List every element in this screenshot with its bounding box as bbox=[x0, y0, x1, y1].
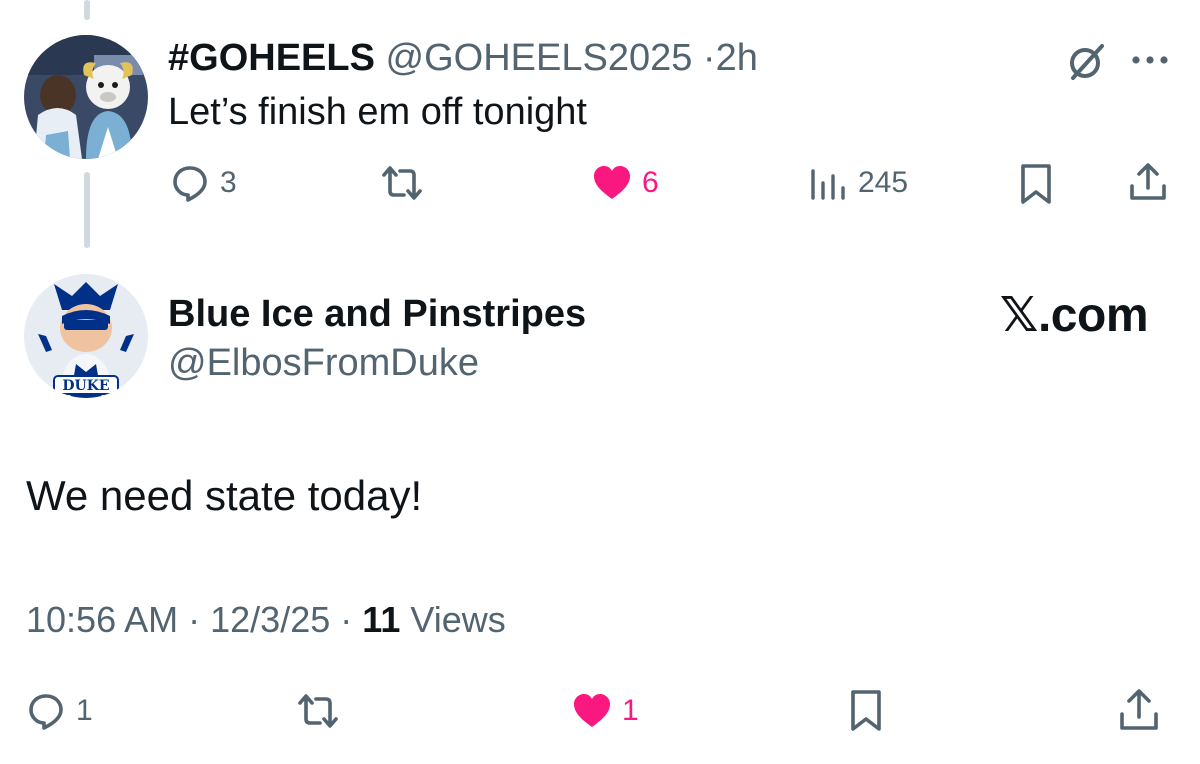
x-brand-logo: 𝕏.com bbox=[999, 289, 1149, 342]
reply-retweet-button[interactable] bbox=[380, 163, 434, 203]
main-display-name[interactable]: Blue Ice and Pinstripes bbox=[168, 291, 586, 337]
main-tweet-date[interactable]: 12/3/25 bbox=[210, 599, 330, 640]
reply-like-button[interactable]: 6 bbox=[592, 165, 659, 201]
heart-filled-icon bbox=[574, 694, 610, 727]
meta-separator: · bbox=[188, 599, 201, 640]
comment-icon bbox=[173, 166, 207, 202]
heart-filled-icon bbox=[594, 166, 630, 199]
main-tweet-meta: 10:56 AM · 12/3/25 · 11 Views bbox=[26, 598, 506, 642]
share-icon bbox=[1120, 689, 1158, 730]
main-reply-button[interactable]: 1 bbox=[26, 691, 93, 731]
reply-like-count: 6 bbox=[642, 166, 659, 199]
main-views-label: Views bbox=[410, 599, 506, 640]
reply-header: #GOHEELS @GOHEELS2025 ·2h bbox=[168, 34, 758, 82]
main-reply-count: 1 bbox=[76, 694, 93, 727]
retweet-icon bbox=[382, 166, 422, 200]
main-tweet-text: We need state today! bbox=[26, 472, 423, 519]
main-like-count: 1 bbox=[622, 694, 639, 727]
meta-separator: · bbox=[340, 599, 353, 640]
main-views-count: 11 bbox=[362, 599, 401, 640]
reply-tweet-text: Let’s finish em off tonight bbox=[168, 91, 587, 133]
main-bookmark-button[interactable] bbox=[848, 689, 884, 733]
thread-line-connector bbox=[84, 172, 90, 248]
main-share-button[interactable] bbox=[1118, 687, 1160, 733]
bookmark-icon bbox=[851, 690, 881, 731]
goheels-avatar[interactable] bbox=[24, 35, 148, 159]
share-icon bbox=[1130, 163, 1166, 200]
reply-views-button[interactable]: 245 bbox=[808, 163, 908, 203]
reply-display-name[interactable]: #GOHEELS bbox=[168, 37, 375, 79]
views-chart-icon bbox=[811, 169, 845, 200]
retweet-icon bbox=[298, 694, 338, 728]
comment-icon bbox=[29, 694, 63, 730]
duke-avatar-text: DUKE bbox=[62, 378, 109, 394]
more-options-icon[interactable] bbox=[1128, 52, 1172, 68]
grok-icon[interactable] bbox=[1064, 40, 1108, 84]
reply-views-count: 245 bbox=[858, 166, 909, 199]
reply-reply-count: 3 bbox=[220, 166, 237, 199]
reply-share-button[interactable] bbox=[1128, 161, 1168, 203]
reply-bookmark-button[interactable] bbox=[1018, 163, 1054, 205]
main-tweet-time[interactable]: 10:56 AM bbox=[26, 599, 178, 640]
main-handle[interactable]: @ElbosFromDuke bbox=[168, 340, 479, 386]
main-retweet-button[interactable] bbox=[296, 691, 350, 731]
reply-handle[interactable]: @GOHEELS2025 bbox=[386, 37, 693, 79]
reply-timestamp[interactable]: 2h bbox=[716, 37, 758, 79]
reply-reply-button[interactable]: 3 bbox=[170, 163, 237, 203]
thread-line-top bbox=[84, 0, 90, 20]
main-like-button[interactable]: 1 bbox=[572, 693, 639, 729]
reply-separator: · bbox=[702, 37, 716, 79]
bookmark-icon bbox=[1021, 164, 1051, 204]
duke-mascot-avatar[interactable]: DUKE bbox=[24, 274, 148, 398]
